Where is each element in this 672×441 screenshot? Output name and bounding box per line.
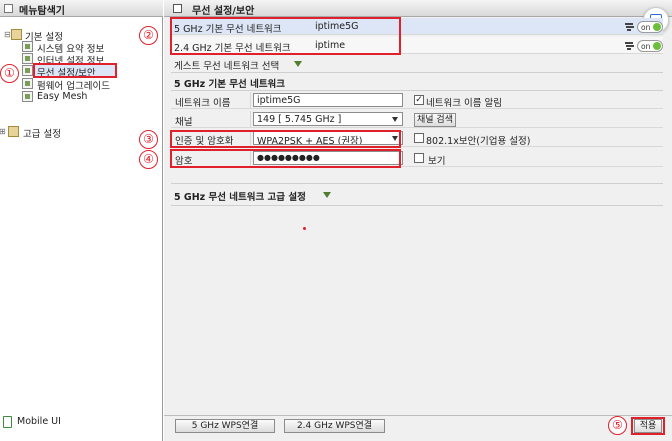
folder-icon — [8, 126, 19, 137]
guest-network-select[interactable]: 게스트 무선 네트워크 선택 — [174, 58, 279, 72]
toggle-knob — [653, 23, 661, 31]
show-password-checkbox[interactable] — [414, 153, 424, 163]
highlight-box-wireless — [33, 63, 117, 78]
divider — [164, 415, 672, 416]
network-toggle[interactable]: on — [637, 21, 663, 33]
dropdown-arrow-icon[interactable] — [323, 192, 331, 198]
sidebar-item-easymesh[interactable]: Easy Mesh — [37, 91, 87, 102]
highlight-box-password — [170, 149, 401, 168]
channel-search-button[interactable]: 채널 검색 — [414, 113, 456, 127]
sidebar-header: 메뉴탐색기 — [0, 0, 163, 17]
folder-icon — [11, 29, 22, 40]
highlight-box-networks — [170, 17, 401, 55]
network-name-input[interactable]: iptime5G — [253, 93, 403, 107]
tree-group-advanced[interactable]: 고급 설정 — [23, 126, 61, 140]
wifi-page-icon — [22, 65, 33, 76]
sidebar-item-firmware[interactable]: 펌웨어 업그레이드 — [37, 78, 110, 92]
toggle-knob — [653, 42, 661, 50]
enterprise-label: 802.1x보안(기업용 설정) — [426, 136, 531, 147]
form-row-channel: 채널 149 [ 5.745 GHz ] 채널 검색 — [171, 111, 663, 128]
show-password-label: 보기 — [428, 156, 446, 167]
mobile-ui-link[interactable]: Mobile UI — [0, 415, 162, 431]
step-marker-4: ④ — [139, 150, 158, 169]
toggle-label: on — [641, 42, 651, 51]
step-marker-2: ② — [139, 26, 158, 45]
sidebar-title: 메뉴탐색기 — [19, 6, 65, 17]
channel-label: 채널 — [175, 117, 193, 128]
network-toggle[interactable]: on — [637, 40, 663, 52]
page-icon — [22, 41, 33, 52]
mesh-page-icon — [22, 91, 33, 102]
divider — [171, 205, 663, 206]
mobile-ui-label: Mobile UI — [17, 416, 61, 427]
highlight-box-auth — [170, 130, 401, 148]
mobile-phone-icon — [3, 416, 12, 428]
expand-toggle-icon[interactable]: ⊞ — [0, 127, 6, 136]
form-row-network-name: 네트워크 이름 iptime5G ✓ 네트워크 이름 알림 — [171, 92, 663, 109]
broadcast-checkbox[interactable]: ✓ — [414, 95, 424, 105]
page-icon — [22, 53, 33, 64]
channel-select[interactable]: 149 [ 5.745 GHz ] — [253, 112, 403, 126]
panel-grip-icon — [4, 4, 13, 13]
broadcast-label: 네트워크 이름 알림 — [426, 98, 502, 109]
filter-icon[interactable] — [625, 42, 633, 50]
network-name-label: 네트워크 이름 — [175, 98, 231, 109]
divider — [171, 90, 663, 91]
main-header: 무선 설정/보안 — [164, 0, 672, 17]
step-marker-1: ① — [0, 64, 19, 83]
highlight-box-apply — [631, 417, 665, 435]
advanced-settings-toggle[interactable]: 5 GHz 무선 네트워크 고급 설정 — [174, 189, 306, 203]
wps-5ghz-button[interactable]: 5 GHz WPS연결 — [175, 419, 275, 433]
page-icon — [22, 78, 33, 89]
section-title: 5 GHz 기본 무선 네트워크 — [174, 79, 286, 90]
step-marker-5: ⑤ — [608, 416, 627, 435]
enterprise-checkbox[interactable] — [414, 133, 424, 143]
divider — [171, 183, 663, 184]
step-marker-3: ③ — [139, 130, 158, 149]
filter-icon[interactable] — [625, 23, 633, 31]
toggle-label: on — [641, 23, 651, 32]
cursor-dot — [303, 227, 306, 230]
divider — [171, 72, 663, 73]
page-title: 무선 설정/보안 — [192, 6, 255, 17]
wps-24ghz-button[interactable]: 2.4 GHz WPS연결 — [284, 419, 385, 433]
dropdown-arrow-icon[interactable] — [294, 61, 302, 67]
expand-toggle-icon[interactable]: ⊟ — [4, 30, 11, 39]
page-icon — [173, 4, 182, 13]
